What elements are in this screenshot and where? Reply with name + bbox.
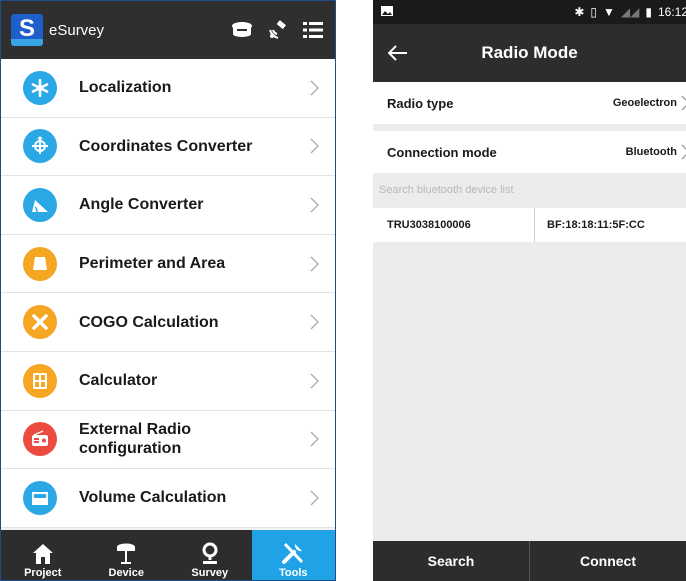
- chevron-right-icon: [310, 256, 319, 272]
- home-icon: [32, 544, 53, 564]
- chevron-right-icon: [310, 373, 319, 389]
- status-bar: ✱ ▯ ▼ ◢◢ ▮ 16:12: [373, 0, 686, 24]
- back-arrow-icon[interactable]: [383, 38, 413, 68]
- chevron-right-icon: [681, 144, 686, 160]
- cogo-icon: [23, 305, 57, 340]
- tab-project[interactable]: Project: [1, 530, 85, 580]
- menu-item-calculator[interactable]: Calculator: [1, 351, 335, 411]
- menu-item-cogo-calculation[interactable]: COGO Calculation: [1, 293, 335, 352]
- menu-item-label: Calculator: [79, 372, 158, 390]
- angle-icon: [23, 187, 57, 222]
- chevron-right-icon: [310, 80, 319, 96]
- connection-mode-value: Bluetooth: [625, 146, 677, 158]
- battery-icon: ▮: [645, 5, 652, 19]
- menu-item-external-radio-configuration[interactable]: External Radio configuration: [1, 410, 335, 470]
- radio-mode-screen: ✱ ▯ ▼ ◢◢ ▮ 16:12 Radio Mode Radio type G…: [373, 0, 686, 581]
- satellite-icon[interactable]: [267, 20, 289, 40]
- menu-item-label: COGO Calculation: [79, 313, 219, 331]
- menu-item-label: Perimeter and Area: [79, 255, 226, 273]
- bottom-actions: Search Connect: [373, 541, 686, 581]
- tab-tools[interactable]: Tools: [251, 530, 335, 580]
- tools-menu: Localization Coordinates Converter Angle…: [1, 59, 335, 528]
- connect-button[interactable]: Connect: [529, 541, 686, 581]
- localization-icon: [23, 70, 57, 105]
- signal-icon: ◢◢: [620, 5, 640, 19]
- menu-item-angle-converter[interactable]: Angle Converter: [1, 176, 335, 235]
- app-header: S eSurvey: [1, 1, 335, 59]
- app-title: eSurvey: [49, 21, 105, 39]
- calculator-icon: [23, 363, 57, 398]
- bluetooth-icon: ✱: [574, 5, 585, 19]
- device-list-header: Search bluetooth device list: [379, 184, 514, 196]
- menu-item-coordinates-converter[interactable]: Coordinates Converter: [1, 117, 335, 177]
- search-button[interactable]: Search: [373, 541, 529, 581]
- image-notification-icon: [381, 5, 393, 19]
- esurvey-tools-screen: S eSurvey Localization Coordinates Conve…: [0, 0, 336, 581]
- tools-icon: [282, 542, 304, 564]
- bottom-tab-bar: Project Device Survey Tools: [1, 530, 335, 580]
- vibrate-icon: ▯: [590, 5, 597, 19]
- menu-item-label: Localization: [79, 79, 172, 97]
- menu-item-perimeter-and-area[interactable]: Perimeter and Area: [1, 234, 335, 294]
- area-icon: [23, 246, 57, 281]
- radio-type-value: Geoelectron: [612, 97, 677, 109]
- menu-item-label: Coordinates Converter: [79, 137, 253, 155]
- device-name: TRU3038100006: [373, 208, 535, 242]
- app-logo: S: [11, 14, 43, 46]
- chevron-right-icon: [310, 138, 319, 154]
- wifi-icon: ▼: [603, 5, 615, 19]
- chevron-right-icon: [310, 314, 319, 330]
- device-list-item[interactable]: TRU3038100006 BF:18:18:11:5F:CC: [373, 208, 686, 242]
- radio-type-row[interactable]: Radio type Geoelectron: [373, 82, 686, 124]
- menu-item-label: External Radio configuration: [79, 421, 192, 458]
- page-title: Radio Mode: [481, 43, 578, 62]
- radio-icon: [23, 422, 57, 457]
- menu-item-volume-calculation[interactable]: Volume Calculation: [1, 469, 335, 528]
- list-menu-icon[interactable]: [303, 21, 323, 39]
- connection-mode-label: Connection mode: [387, 144, 497, 160]
- menu-item-label: Angle Converter: [79, 196, 204, 214]
- device-mac-address: BF:18:18:11:5F:CC: [547, 219, 645, 231]
- chevron-right-icon: [310, 431, 319, 447]
- menu-item-localization[interactable]: Localization: [1, 59, 335, 118]
- connection-mode-row[interactable]: Connection mode Bluetooth: [373, 131, 686, 173]
- tab-device[interactable]: Device: [85, 530, 169, 580]
- chevron-right-icon: [310, 490, 319, 506]
- menu-item-label: Volume Calculation: [79, 489, 227, 507]
- chevron-right-icon: [310, 197, 319, 213]
- coordinates-icon: [23, 129, 57, 164]
- map-pin-icon: [202, 542, 218, 564]
- radio-type-label: Radio type: [387, 95, 454, 111]
- tab-survey[interactable]: Survey: [168, 530, 252, 580]
- receiver-icon[interactable]: [231, 20, 253, 40]
- app-toolbar: Radio Mode: [373, 24, 686, 82]
- status-time: 16:12: [657, 5, 686, 19]
- volume-icon: [23, 480, 57, 515]
- gnss-receiver-icon: [117, 543, 136, 564]
- chevron-right-icon: [681, 95, 686, 111]
